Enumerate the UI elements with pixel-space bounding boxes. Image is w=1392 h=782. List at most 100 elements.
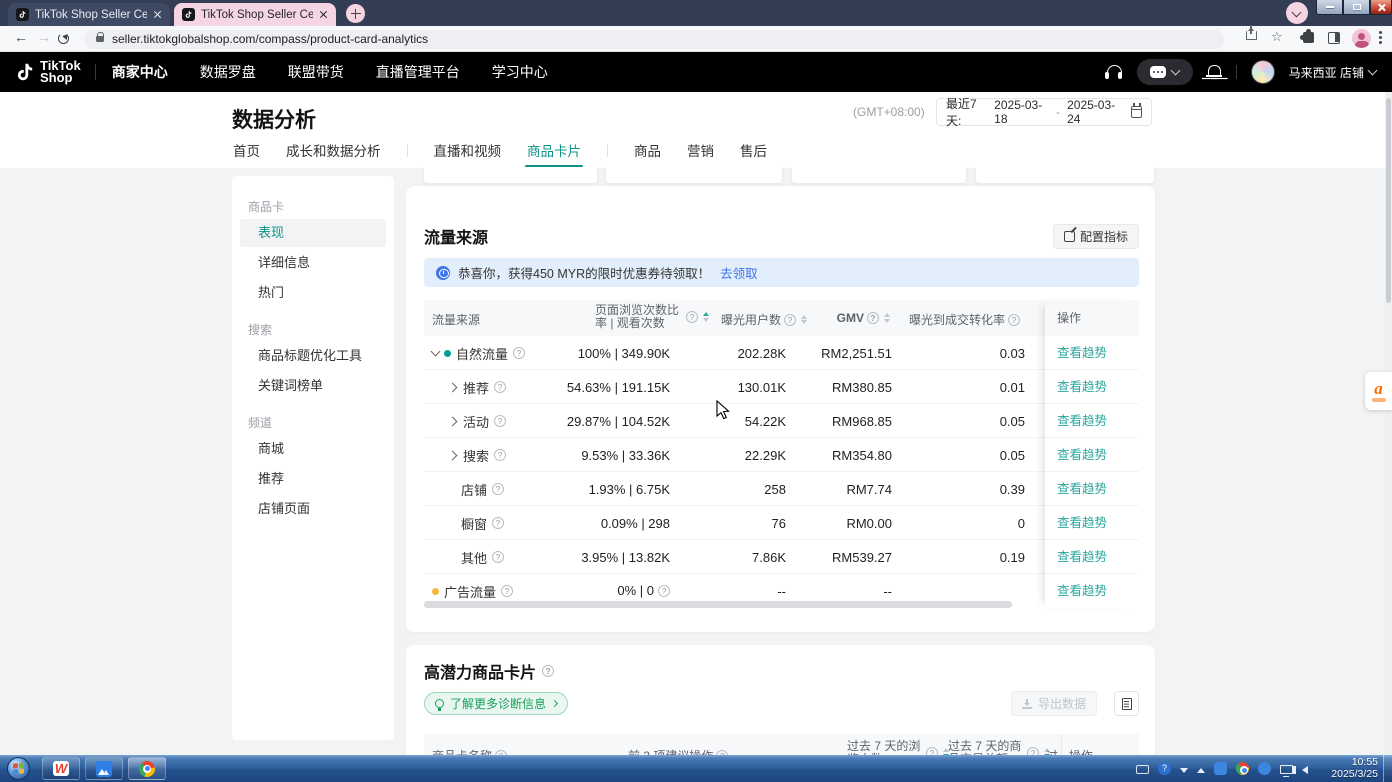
tray-chrome-icon[interactable] <box>1236 762 1249 775</box>
help-icon[interactable] <box>658 585 670 597</box>
view-trend-link[interactable]: 查看趋势 <box>1045 438 1139 472</box>
claim-coupon-link[interactable]: 去领取 <box>720 263 758 282</box>
browser-profile-avatar[interactable] <box>1352 29 1371 48</box>
help-icon[interactable] <box>513 347 525 359</box>
support-headset-icon[interactable] <box>1105 64 1123 80</box>
bookmark-star-icon[interactable]: ☆ <box>1271 29 1283 45</box>
configure-metrics-button[interactable]: 配置指标 <box>1053 224 1139 249</box>
sidebar-item-keyword-ranking[interactable]: 关键词榜单 <box>240 372 386 400</box>
tab-after-sales[interactable]: 售后 <box>740 140 767 168</box>
tray-caret-down-icon[interactable] <box>1180 768 1188 773</box>
header-gmv[interactable]: GMV <box>837 311 890 325</box>
aliwangwang-float-widget[interactable]: a <box>1365 372 1392 410</box>
sidebar-item-mall[interactable]: 商城 <box>240 435 386 463</box>
browser-tab-2-active[interactable]: TikTok Shop Seller Center | Cr <box>174 3 336 26</box>
header-exposed-users[interactable]: 曝光用户数 <box>721 311 807 328</box>
notifications-bell-icon[interactable] <box>1207 64 1222 80</box>
tab-close-icon[interactable] <box>153 10 162 19</box>
tab-product-card[interactable]: 商品卡片 <box>527 140 581 168</box>
tab-live-video[interactable]: 直播和视频 <box>434 140 502 168</box>
help-icon[interactable] <box>492 517 504 529</box>
help-icon[interactable] <box>542 665 554 677</box>
store-switcher[interactable]: 马来西亚 店铺 <box>1289 64 1376 81</box>
tab-growth-analytics[interactable]: 成长和数据分析 <box>286 140 381 168</box>
tab-search-chevron-icon[interactable] <box>1286 2 1308 24</box>
expand-icon[interactable] <box>448 416 458 426</box>
view-trend-link[interactable]: 查看趋势 <box>1045 472 1139 506</box>
view-trend-link[interactable]: 查看趋势 <box>1045 540 1139 574</box>
taskbar-clock[interactable]: 10:55 2025/3/25 <box>1331 757 1378 780</box>
sidepanel-icon[interactable] <box>1328 32 1340 44</box>
column-settings-button[interactable] <box>1114 691 1139 716</box>
menu-live-platform[interactable]: 直播管理平台 <box>376 62 460 82</box>
taskbar-chrome-button[interactable] <box>128 757 166 780</box>
sidebar-item-details[interactable]: 详细信息 <box>240 249 386 277</box>
sort-icon[interactable] <box>884 313 890 323</box>
view-trend-link[interactable]: 查看趋势 <box>1045 336 1139 370</box>
show-desktop-button[interactable] <box>1383 755 1392 782</box>
expand-icon[interactable] <box>448 382 458 392</box>
help-icon[interactable] <box>492 483 504 495</box>
view-trend-link[interactable]: 查看趋势 <box>1045 506 1139 540</box>
expand-icon[interactable] <box>448 450 458 460</box>
start-button[interactable] <box>7 757 30 780</box>
help-icon[interactable] <box>686 311 698 323</box>
share-icon[interactable] <box>1246 31 1257 40</box>
sort-icon[interactable] <box>703 312 709 322</box>
view-trend-link[interactable]: 查看趋势 <box>1045 370 1139 404</box>
help-icon[interactable] <box>867 312 879 324</box>
export-data-button[interactable]: 导出数据 <box>1011 691 1097 716</box>
volume-icon[interactable] <box>1302 766 1308 774</box>
sidebar-item-trending[interactable]: 热门 <box>240 279 386 307</box>
menu-affiliate[interactable]: 联盟带货 <box>288 62 344 82</box>
menu-seller-center[interactable]: 商家中心 <box>112 62 168 82</box>
menu-learning-center[interactable]: 学习中心 <box>492 62 548 82</box>
tray-window-icon[interactable] <box>1136 765 1149 774</box>
diagnosis-info-link[interactable]: 了解更多诊断信息 <box>424 692 568 715</box>
tab-close-icon[interactable] <box>319 10 328 19</box>
sidebar-item-shop-page[interactable]: 店铺页面 <box>240 495 386 523</box>
sidebar-item-performance[interactable]: 表现 <box>240 219 386 247</box>
tiktok-shop-logo[interactable]: TikTokShop <box>14 60 81 84</box>
tab-home[interactable]: 首页 <box>233 140 260 168</box>
help-icon[interactable] <box>1008 314 1020 326</box>
browser-menu-icon[interactable] <box>1379 31 1382 34</box>
store-avatar[interactable] <box>1251 60 1275 84</box>
tray-app2-icon[interactable] <box>1258 762 1271 775</box>
extensions-icon[interactable] <box>1303 32 1314 43</box>
view-trend-link[interactable]: 查看趋势 <box>1045 574 1139 608</box>
header-pageview-ratio[interactable]: 页面浏览次数比率 | 观看次数 <box>595 304 709 330</box>
forward-icon[interactable]: → <box>37 29 51 45</box>
horizontal-scrollbar[interactable] <box>424 601 1012 608</box>
refresh-icon[interactable] <box>58 33 69 44</box>
page-scrollbar[interactable] <box>1385 92 1392 755</box>
tab-marketing[interactable]: 营销 <box>687 140 714 168</box>
network-icon[interactable] <box>1280 765 1293 774</box>
collapse-icon[interactable] <box>431 347 441 357</box>
back-icon[interactable]: ← <box>14 29 28 45</box>
new-tab-button[interactable] <box>346 4 365 23</box>
help-icon[interactable] <box>494 381 506 393</box>
help-icon[interactable] <box>494 415 506 427</box>
tab-products[interactable]: 商品 <box>634 140 661 168</box>
view-trend-link[interactable]: 查看趋势 <box>1045 404 1139 438</box>
menu-data-compass[interactable]: 数据罗盘 <box>200 62 256 82</box>
help-icon[interactable] <box>784 314 796 326</box>
taskbar-wps-button[interactable]: W <box>42 757 80 780</box>
sidebar-item-recommend[interactable]: 推荐 <box>240 465 386 493</box>
taskbar-app-button[interactable] <box>85 757 123 780</box>
tray-help-icon[interactable]: ? <box>1158 762 1171 775</box>
tray-app-icon[interactable] <box>1214 762 1227 775</box>
tray-caret-up-icon[interactable] <box>1197 768 1205 773</box>
help-icon[interactable] <box>492 551 504 563</box>
window-maximize-button[interactable] <box>1343 0 1370 15</box>
window-minimize-button[interactable] <box>1316 0 1343 15</box>
help-icon[interactable] <box>494 449 506 461</box>
sort-icon[interactable] <box>801 315 807 325</box>
browser-tab-1[interactable]: TikTok Shop Seller Center | Cr <box>8 3 170 26</box>
date-range-picker[interactable]: 最近7天: 2025-03-18 - 2025-03-24 <box>936 98 1152 126</box>
window-close-button[interactable] <box>1370 0 1392 15</box>
sidebar-item-title-optimizer[interactable]: 商品标题优化工具 <box>240 342 386 370</box>
address-bar[interactable]: seller.tiktokglobalshop.com/compass/prod… <box>84 30 1224 49</box>
help-icon[interactable] <box>501 585 513 597</box>
